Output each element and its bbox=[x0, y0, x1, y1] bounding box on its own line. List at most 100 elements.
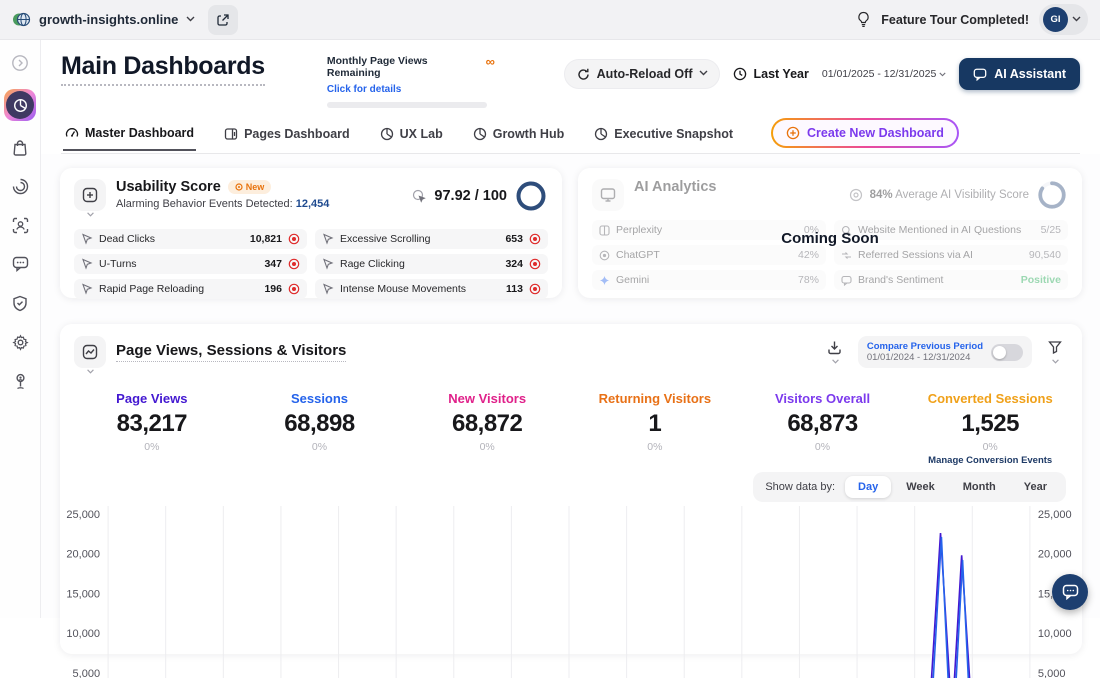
auto-reload-select[interactable]: Auto-Reload Off bbox=[564, 59, 721, 89]
view-recordings-icon[interactable] bbox=[288, 283, 300, 295]
sidebar-item-session-replays[interactable] bbox=[7, 173, 33, 199]
period-selector[interactable]: Last Year bbox=[733, 67, 808, 81]
chevron-down-icon[interactable] bbox=[86, 212, 94, 220]
site-selector[interactable]: growth-insights.online bbox=[12, 10, 194, 29]
ai-assistant-button[interactable]: AI Assistant bbox=[959, 58, 1080, 90]
granularity-control: Show data by: Day Week Month Year bbox=[753, 472, 1066, 502]
svg-text:25,000: 25,000 bbox=[1038, 509, 1072, 521]
line-chart-icon bbox=[82, 344, 98, 360]
external-link-icon bbox=[216, 13, 230, 27]
usability-item-intense-mouse-movements[interactable]: Intense Mouse Movements 113 bbox=[315, 279, 548, 299]
card-title: Usability Score bbox=[116, 179, 221, 195]
usability-score-card: Usability Score New Alarming Behavior Ev… bbox=[60, 168, 562, 298]
lightbulb-icon bbox=[856, 11, 871, 28]
sidebar-item-dashboards[interactable] bbox=[4, 89, 36, 121]
chat-icon bbox=[1062, 584, 1079, 600]
main-area: Main Dashboards Monthly Page Views Remai… bbox=[41, 40, 1100, 618]
person-pin-icon bbox=[13, 373, 28, 390]
pie-circle-icon bbox=[473, 127, 487, 141]
sidebar-item-privacy[interactable] bbox=[7, 290, 33, 316]
traffic-chart-area: 25,00025,00020,00020,00015,00015,00010,0… bbox=[60, 506, 1082, 678]
usability-item-u-turns[interactable]: U-Turns 347 bbox=[74, 254, 307, 274]
tab-master-dashboard[interactable]: Master Dashboard bbox=[63, 120, 196, 151]
svg-text:20,000: 20,000 bbox=[1038, 549, 1072, 561]
metrics-row: Page Views 83,217 0% Sessions 68,898 0% … bbox=[60, 391, 1082, 466]
compare-previous-period: Compare Previous Period 01/01/2024 - 12/… bbox=[858, 336, 1032, 368]
open-site-button[interactable] bbox=[208, 5, 238, 35]
tab-pages-dashboard[interactable]: Pages Dashboard bbox=[222, 121, 352, 150]
sidebar-item-user-analytics[interactable] bbox=[7, 212, 33, 238]
filter-button[interactable] bbox=[1044, 336, 1066, 358]
card-title: AI Analytics bbox=[634, 179, 716, 195]
svg-text:25,000: 25,000 bbox=[66, 509, 100, 521]
create-new-dashboard-button[interactable]: Create New Dashboard bbox=[771, 118, 959, 148]
tab-growth-hub[interactable]: Growth Hub bbox=[471, 121, 567, 150]
quota-details-link[interactable]: Click for details bbox=[327, 84, 401, 95]
granularity-day[interactable]: Day bbox=[845, 476, 891, 498]
coming-soon-overlay: Coming Soon bbox=[578, 230, 1082, 247]
view-recordings-icon[interactable] bbox=[529, 283, 541, 295]
arrows-icon bbox=[841, 250, 852, 261]
gauge-icon bbox=[65, 126, 79, 140]
tab-ux-lab[interactable]: UX Lab bbox=[378, 121, 445, 150]
sidebar-item-settings[interactable] bbox=[7, 329, 33, 355]
granularity-week[interactable]: Week bbox=[893, 476, 948, 498]
pie-chart-icon bbox=[6, 91, 34, 119]
collapse-sidebar-button[interactable] bbox=[7, 50, 33, 76]
cursor-click-icon bbox=[412, 189, 427, 204]
usability-item-dead-clicks[interactable]: Dead Clicks 10,821 bbox=[74, 229, 307, 249]
sidebar-item-store[interactable] bbox=[7, 134, 33, 160]
chevron-down-icon[interactable] bbox=[831, 359, 839, 367]
funnel-icon bbox=[1048, 340, 1062, 354]
ai-item-brand-sentiment: Brand's Sentiment Positive bbox=[834, 270, 1068, 290]
view-recordings-icon[interactable] bbox=[288, 233, 300, 245]
compare-toggle[interactable] bbox=[991, 344, 1023, 361]
refresh-icon bbox=[577, 68, 590, 81]
new-badge: New bbox=[228, 180, 272, 194]
svg-text:10,000: 10,000 bbox=[1038, 628, 1072, 640]
sidebar-item-user-journeys[interactable] bbox=[7, 368, 33, 394]
chevron-down-icon[interactable] bbox=[86, 369, 94, 377]
download-icon bbox=[827, 340, 842, 355]
target-icon bbox=[849, 188, 863, 202]
granularity-year[interactable]: Year bbox=[1011, 476, 1060, 498]
chevron-down-icon bbox=[1072, 16, 1080, 24]
usability-item-excessive-scrolling[interactable]: Excessive Scrolling 653 bbox=[315, 229, 548, 249]
metric-visitors-overall: Visitors Overall 68,873 0% bbox=[739, 391, 907, 466]
cursor-icon bbox=[322, 233, 334, 245]
widget-menu-button[interactable] bbox=[74, 179, 106, 211]
shopping-bag-icon bbox=[12, 139, 28, 156]
chat-icon bbox=[973, 68, 987, 81]
view-recordings-icon[interactable] bbox=[288, 258, 300, 270]
view-recordings-icon[interactable] bbox=[529, 233, 541, 245]
cursor-icon bbox=[81, 283, 93, 295]
chevron-down-icon bbox=[186, 16, 194, 24]
metric-converted-sessions: Converted Sessions 1,525 0% Manage Conve… bbox=[906, 391, 1074, 466]
section-title: Page Views, Sessions & Visitors bbox=[116, 342, 346, 362]
infinity-icon: ∞ bbox=[486, 55, 495, 68]
widget-menu-button[interactable] bbox=[74, 336, 106, 368]
ai-score-ring bbox=[1036, 179, 1068, 211]
quota-progress-bar bbox=[327, 102, 487, 108]
shield-check-icon bbox=[12, 295, 28, 312]
manage-conversion-events-link[interactable]: Manage Conversion Events bbox=[906, 455, 1074, 466]
usability-score-value: 97.92 / 100 bbox=[434, 188, 507, 204]
account-menu[interactable]: GI bbox=[1039, 4, 1088, 35]
granularity-month[interactable]: Month bbox=[950, 476, 1009, 498]
export-button[interactable] bbox=[824, 336, 846, 358]
cursor-icon bbox=[81, 258, 93, 270]
tab-executive-snapshot[interactable]: Executive Snapshot bbox=[592, 121, 735, 150]
monitor-icon bbox=[592, 179, 624, 211]
sidebar-item-feedback[interactable] bbox=[7, 251, 33, 277]
date-range[interactable]: 01/01/2025 - 12/31/2025 bbox=[822, 68, 946, 80]
page-title: Main Dashboards bbox=[61, 52, 265, 86]
usability-item-rage-clicking[interactable]: Rage Clicking 324 bbox=[315, 254, 548, 274]
compare-label: Compare Previous Period bbox=[867, 341, 983, 352]
usability-item-rapid-page-reloading[interactable]: Rapid Page Reloading 196 bbox=[74, 279, 307, 299]
swirl-icon bbox=[12, 178, 29, 195]
dashboard-content: Usability Score New Alarming Behavior Ev… bbox=[41, 154, 1100, 654]
view-recordings-icon[interactable] bbox=[529, 258, 541, 270]
chevron-down-icon[interactable] bbox=[1051, 359, 1059, 367]
support-chat-button[interactable] bbox=[1052, 574, 1088, 610]
avatar: GI bbox=[1043, 7, 1068, 32]
